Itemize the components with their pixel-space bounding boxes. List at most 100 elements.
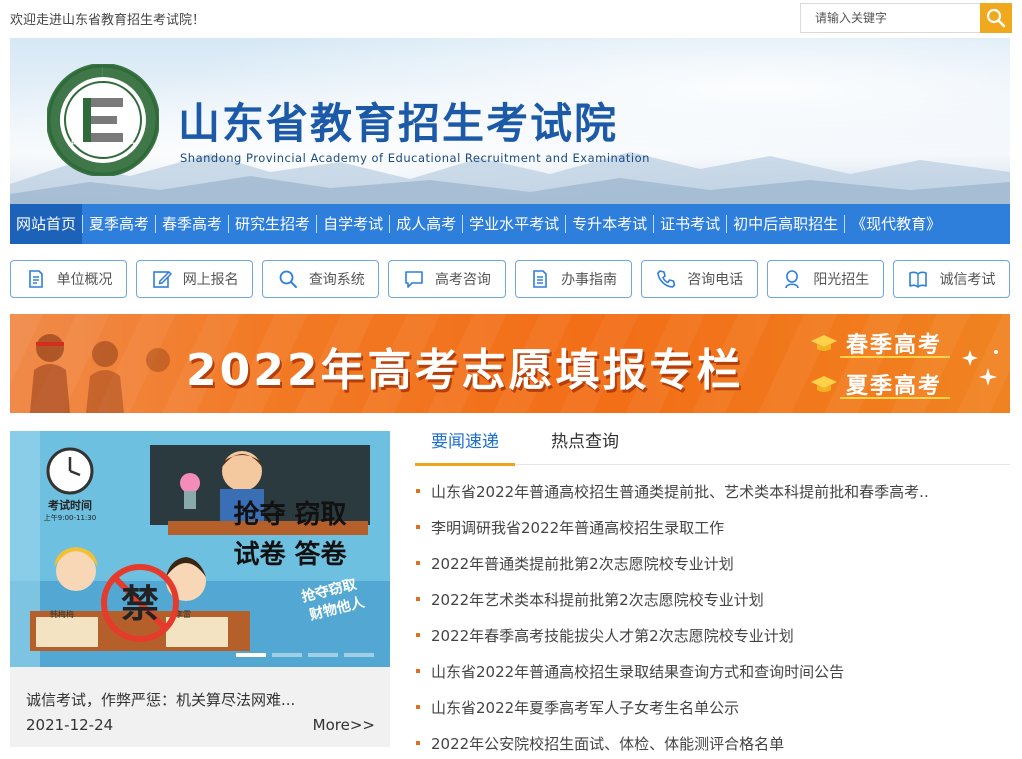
tab-news-express[interactable]: 要闻速递 [415,431,515,466]
nav-item-spring-exam[interactable]: 春季高考 [156,204,228,244]
bullet-icon [416,705,420,709]
slider-dot[interactable] [344,653,374,657]
nav-item-home[interactable]: 网站首页 [10,204,83,244]
news-title: 2022年普通类提前批第2次志愿院校专业计划 [431,554,734,573]
welcome-text: 欢迎走进山东省教育招生考试院！ [10,13,206,28]
bullet-icon [416,741,420,745]
feature-more-link[interactable]: More>> [313,716,375,734]
chat-icon [403,268,425,290]
list-item[interactable]: 山东省2022年普通高校招生普通类提前批、艺术类本科提前批和春季高考.. [415,473,1010,509]
slider-dot[interactable] [272,653,302,657]
bullet-icon [416,597,420,601]
search-input[interactable] [801,4,981,32]
slider-dot[interactable] [236,653,266,657]
quick-link-hotline[interactable]: 咨询电话 [640,260,758,298]
nav-item-graduate[interactable]: 研究生招考 [229,204,316,244]
list-item[interactable]: 李明调研我省2022年普通高校招生录取工作 [415,509,1010,545]
feature-caption[interactable]: 诚信考试，作弊严惩：机关算尽法网难... [26,689,376,710]
exam-time-text: 考试时间 [48,498,92,512]
feature-date: 2021-12-24 [26,716,114,734]
slider-dots [236,653,374,657]
nav-item-self-study[interactable]: 自学考试 [317,204,389,244]
quick-link-label: 咨询电话 [687,272,744,288]
search-icon [986,8,1006,28]
feature-image[interactable]: 考试时间 上午9:00-11:30 抢夺 窃取 试卷 答卷 抢夺窃取 财物他人 … [10,431,390,667]
news-title: 李明调研我省2022年普通高校招生录取工作 [431,518,725,537]
quick-link-integrity-exam[interactable]: 诚信考试 [892,260,1010,298]
nav-item-proficiency[interactable]: 学业水平考试 [463,204,565,244]
nav-item-adult-exam[interactable]: 成人高考 [390,204,462,244]
nav-item-vocational[interactable]: 初中后高职招生 [727,204,844,244]
nav-item-modern-education[interactable]: 《现代教育》 [845,204,947,244]
quick-link-label: 高考咨询 [434,272,491,288]
news-title: 2022年艺术类本科提前批第2次志愿院校专业计划 [431,590,764,609]
bullet-icon [416,633,420,637]
quick-link-label: 网上报名 [182,272,239,288]
promo-link-summer-exam[interactable]: 夏季高考 [810,367,951,401]
main-nav: 网站首页 夏季高考 春季高考 研究生招考 自学考试 成人高考 学业水平考试 专升… [10,204,1010,244]
site-title: 山东省教育招生考试院 [178,99,619,148]
person-icon [781,268,803,290]
nav-item-certificate[interactable]: 证书考试 [654,204,726,244]
promo-title: 2022年高考志愿填报专栏 [186,345,744,396]
slider-dot[interactable] [308,653,338,657]
list-item[interactable]: 2022年春季高考技能拔尖人才第2次志愿院校专业计划 [415,617,1010,653]
bullet-icon [416,525,420,529]
news-list: 山东省2022年普通高校招生普通类提前批、艺术类本科提前批和春季高考.. 李明调… [415,473,1010,759]
site-title-english: Shandong Provincial Academy of Education… [180,151,650,165]
promo-banner[interactable]: 2022年高考志愿填报专栏 春季高考 夏季高考 [10,314,1010,413]
search-button[interactable] [980,3,1012,33]
nav-item-summer-exam[interactable]: 夏季高考 [83,204,155,244]
promo-link-label: 春季高考 [846,333,943,358]
news-title: 山东省2022年夏季高考军人子女考生名单公示 [431,698,740,717]
quick-link-exam-consult[interactable]: 高考咨询 [388,260,506,298]
ticket-name-a: 韩梅梅 [50,609,74,619]
news-title: 2022年春季高考技能拔尖人才第2次志愿院校专业计划 [431,626,794,645]
quick-link-overview[interactable]: 单位概况 [10,260,128,298]
promo-link-spring-exam[interactable]: 春季高考 [810,326,951,360]
quick-link-sunshine-admission[interactable]: 阳光招生 [766,260,884,298]
quick-link-label: 阳光招生 [813,272,870,288]
guide-icon [529,268,551,290]
quick-link-guide[interactable]: 办事指南 [514,260,632,298]
ban-text: 禁 [121,582,159,626]
graduation-cap-icon [811,335,837,351]
site-banner: 山东教育招生考试 山东省教育招生考试院 Shandong Provincial … [10,38,1010,204]
list-item[interactable]: 山东省2022年普通高校招生录取结果查询方式和查询时间公告 [415,653,1010,689]
top-bar: 欢迎走进山东省教育招生考试院！ [0,0,1022,38]
slogan-line-2: 试卷 答卷 [233,539,347,570]
phone-icon [655,268,677,290]
search-box [800,3,1012,33]
promo-link-label: 夏季高考 [846,374,943,399]
academy-logo: 山东教育招生考试 [47,64,159,176]
bullet-icon [416,561,420,565]
feature-news-card[interactable]: 考试时间 上午9:00-11:30 抢夺 窃取 试卷 答卷 抢夺窃取 财物他人 … [10,431,390,747]
search-icon [277,268,299,290]
graduation-cap-icon [811,376,837,392]
bullet-icon [416,489,420,493]
list-item[interactable]: 山东省2022年夏季高考军人子女考生名单公示 [415,689,1010,725]
nav-item-upgrade-exam[interactable]: 专升本考试 [566,204,653,244]
list-item[interactable]: 2022年普通类提前批第2次志愿院校专业计划 [415,545,1010,581]
news-title: 2022年公安院校招生面试、体检、体能测评合格名单 [431,734,785,753]
sparkle-icon [962,350,998,386]
quick-link-label: 单位概况 [56,272,113,288]
quick-link-label: 办事指南 [561,272,618,288]
quick-links: 单位概况 网上报名 查询系统 高考咨询 办事指南 咨询电话 阳光招生 诚信考试 [10,260,1010,298]
list-item[interactable]: 2022年公安院校招生面试、体检、体能测评合格名单 [415,725,1010,759]
news-tabs: 要闻速递 热点查询 [415,431,1010,466]
quick-link-online-registration[interactable]: 网上报名 [136,260,254,298]
slogan-line-1: 抢夺 窃取 [233,499,346,530]
news-title: 山东省2022年普通高校招生普通类提前批、艺术类本科提前批和春季高考.. [431,482,929,501]
students-illustration [30,334,170,413]
book-icon [907,268,929,290]
exam-time-range-text: 上午9:00-11:30 [44,513,96,522]
quick-link-label: 诚信考试 [939,272,996,288]
news-title: 山东省2022年普通高校招生录取结果查询方式和查询时间公告 [431,662,845,681]
edit-icon [151,268,173,290]
bullet-icon [416,669,420,673]
quick-link-query-system[interactable]: 查询系统 [262,260,380,298]
tab-hot-query[interactable]: 热点查询 [535,431,635,465]
quick-link-label: 查询系统 [308,272,365,288]
list-item[interactable]: 2022年艺术类本科提前批第2次志愿院校专业计划 [415,581,1010,617]
